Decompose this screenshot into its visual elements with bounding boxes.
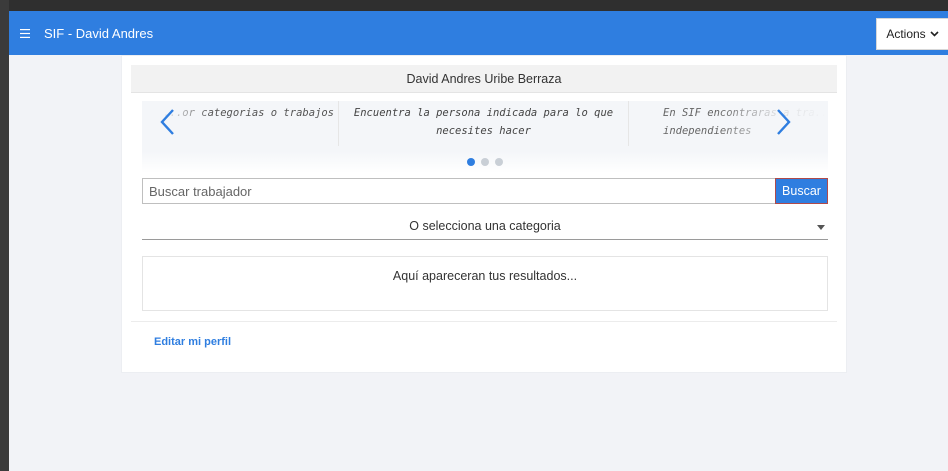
chevron-left-icon[interactable]	[156, 107, 180, 137]
carousel-indicators	[142, 158, 828, 166]
carousel-slide-active: Encuentra la persona indicada para lo qu…	[339, 101, 629, 146]
app-title: SIF - David Andres	[44, 25, 154, 41]
edit-profile-link[interactable]: Editar mi perfil	[154, 336, 231, 348]
chevron-right-icon[interactable]	[771, 107, 795, 137]
hamburger-menu-icon[interactable]	[20, 28, 32, 38]
results-box: Aquí apareceran tus resultados...	[142, 256, 828, 311]
app-bar: SIF - David Andres Actions	[9, 11, 948, 55]
actions-button[interactable]: Actions	[876, 18, 948, 50]
actions-label: Actions	[886, 27, 926, 41]
profile-name: David Andres Uribe Berraza	[406, 71, 562, 86]
carousel-dot-active[interactable]	[467, 158, 475, 166]
window-top-strip	[9, 0, 948, 11]
divider	[131, 321, 837, 322]
search-button[interactable]: Buscar	[775, 178, 828, 204]
carousel-dot[interactable]	[495, 158, 503, 166]
left-edge	[0, 0, 9, 471]
chevron-down-icon	[930, 31, 939, 37]
profile-name-header: David Andres Uribe Berraza	[131, 65, 837, 93]
main-card: David Andres Uribe Berraza ...or categor…	[121, 55, 847, 373]
search-input[interactable]	[142, 178, 775, 204]
category-select[interactable]: O selecciona una categoria	[142, 213, 828, 240]
category-select-value: O selecciona una categoria	[409, 219, 561, 233]
carousel: ...or categorias o trabajos Encuentra la…	[142, 101, 828, 173]
carousel-dot[interactable]	[481, 158, 489, 166]
search-row: Buscar	[142, 178, 828, 204]
results-placeholder: Aquí apareceran tus resultados...	[392, 269, 578, 283]
caret-down-icon	[817, 225, 825, 230]
